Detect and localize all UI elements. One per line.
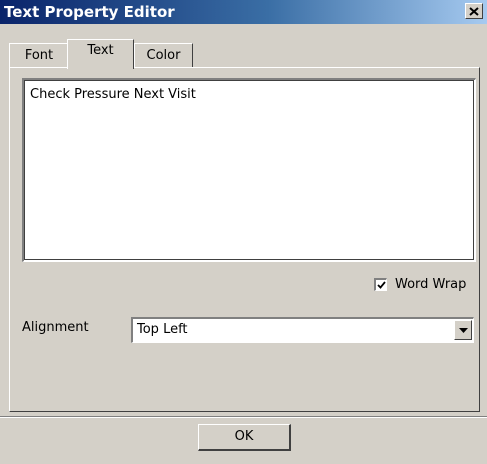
tab-color[interactable]: Color (134, 43, 193, 67)
tab-strip: Font Text Color (0, 0, 487, 70)
alignment-value: Top Left (137, 322, 188, 337)
tab-text[interactable]: Text (67, 39, 134, 69)
tab-font-label: Font (24, 48, 54, 63)
chevron-down-icon (458, 327, 468, 333)
alignment-dropdown-button[interactable] (454, 320, 472, 340)
tab-color-label: Color (146, 48, 181, 63)
word-wrap-option[interactable]: Word Wrap (374, 276, 466, 292)
word-wrap-label: Word Wrap (395, 276, 467, 292)
tab-text-label: Text (87, 43, 114, 58)
text-content-area[interactable]: Check Pressure Next Visit (22, 78, 476, 262)
tab-font[interactable]: Font (9, 43, 69, 67)
alignment-label: Alignment (22, 320, 89, 335)
alignment-select[interactable]: Top Left (131, 317, 474, 343)
word-wrap-checkbox[interactable] (374, 277, 387, 291)
text-content: Check Pressure Next Visit (30, 87, 196, 102)
dialog-window: Text Property Editor Font Text Color Che… (0, 0, 487, 464)
footer-divider-highlight (0, 417, 487, 418)
checkmark-icon (376, 280, 386, 289)
ok-button[interactable]: OK (198, 424, 291, 451)
ok-button-label: OK (234, 429, 254, 444)
